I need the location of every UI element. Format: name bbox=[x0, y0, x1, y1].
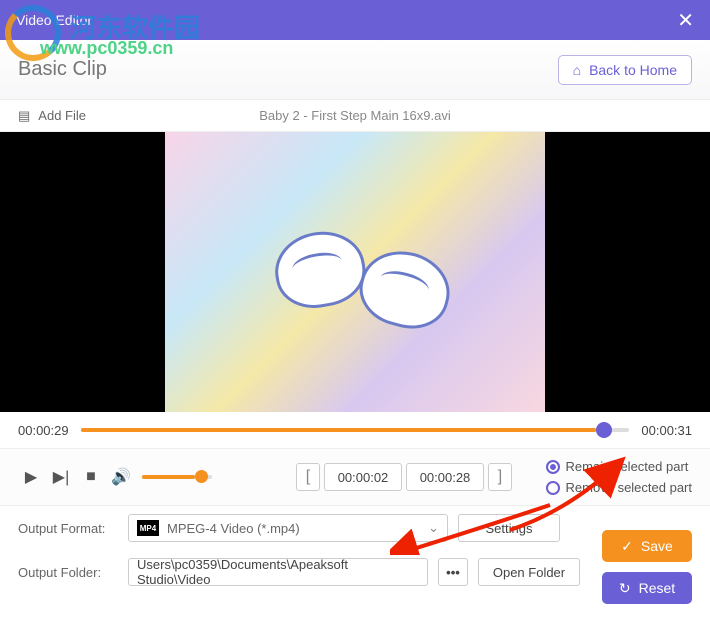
volume-slider[interactable] bbox=[142, 475, 212, 479]
add-file-label: Add File bbox=[38, 108, 86, 123]
timeline: 00:00:29 00:00:31 bbox=[0, 412, 710, 448]
save-icon: ✓ bbox=[621, 538, 633, 555]
timeline-playhead[interactable] bbox=[596, 422, 612, 438]
clip-start-input[interactable] bbox=[324, 463, 402, 491]
add-file-icon: ▤ bbox=[18, 108, 30, 124]
clip-start-bracket-button[interactable]: [ bbox=[296, 463, 320, 491]
volume-icon[interactable]: 🔊 bbox=[108, 464, 134, 490]
volume-handle[interactable] bbox=[195, 470, 208, 483]
time-current: 00:00:29 bbox=[18, 423, 69, 438]
back-to-home-button[interactable]: ⌂ Back to Home bbox=[558, 55, 692, 85]
video-preview-area bbox=[0, 132, 710, 412]
close-icon[interactable]: ✕ bbox=[677, 8, 694, 33]
video-frame[interactable] bbox=[165, 132, 545, 412]
home-icon: ⌂ bbox=[573, 62, 581, 78]
window-title: Video Editor bbox=[16, 12, 92, 28]
output-folder-label: Output Folder: bbox=[18, 565, 118, 580]
output-folder-field[interactable]: Users\pc0359\Documents\Apeaksoft Studio\… bbox=[128, 558, 428, 586]
radio-remove[interactable]: Remove selected part bbox=[546, 477, 692, 498]
breadcrumb: Basic Clip bbox=[18, 58, 107, 81]
clip-mode-radios: Remain selected part Remove selected par… bbox=[546, 456, 692, 498]
titlebar: Video Editor ✕ bbox=[0, 0, 710, 40]
clip-range-controls: [ ] bbox=[296, 463, 512, 491]
open-folder-button[interactable]: Open Folder bbox=[478, 558, 580, 586]
time-total: 00:00:31 bbox=[641, 423, 692, 438]
play-button[interactable]: ▶ bbox=[18, 464, 44, 490]
radio-remove-label: Remove selected part bbox=[566, 480, 692, 495]
reset-button[interactable]: ↻ Reset bbox=[602, 572, 692, 604]
radio-dot-icon bbox=[546, 481, 560, 495]
reset-icon: ↻ bbox=[619, 580, 631, 597]
video-content-graphic bbox=[352, 242, 458, 338]
file-toolbar: ▤ Add File Baby 2 - First Step Main 16x9… bbox=[0, 100, 710, 132]
clip-end-bracket-button[interactable]: ] bbox=[488, 463, 512, 491]
save-button[interactable]: ✓ Save bbox=[602, 530, 692, 562]
add-file-button[interactable]: ▤ Add File bbox=[18, 108, 86, 124]
timeline-track[interactable] bbox=[81, 428, 630, 432]
output-format-label: Output Format: bbox=[18, 521, 118, 536]
radio-remain[interactable]: Remain selected part bbox=[546, 456, 692, 477]
step-button[interactable]: ▶| bbox=[48, 464, 74, 490]
timeline-fill bbox=[81, 428, 597, 432]
radio-dot-icon bbox=[546, 460, 560, 474]
radio-remain-label: Remain selected part bbox=[566, 459, 689, 474]
header-row: Basic Clip ⌂ Back to Home bbox=[0, 40, 710, 100]
save-label: Save bbox=[641, 538, 673, 554]
format-icon: MP4 bbox=[137, 520, 159, 536]
volume-fill bbox=[142, 475, 195, 479]
output-format-value: MPEG-4 Video (*.mp4) bbox=[167, 521, 300, 536]
home-button-label: Back to Home bbox=[589, 62, 677, 78]
output-folder-value: Users\pc0359\Documents\Apeaksoft Studio\… bbox=[137, 557, 419, 587]
chevron-down-icon: ⌄ bbox=[428, 520, 439, 536]
video-content-graphic bbox=[269, 225, 371, 314]
current-filename: Baby 2 - First Step Main 16x9.avi bbox=[259, 108, 450, 123]
stop-button[interactable]: ■ bbox=[78, 464, 104, 490]
browse-folder-button[interactable]: ••• bbox=[438, 558, 468, 586]
clip-end-input[interactable] bbox=[406, 463, 484, 491]
settings-button[interactable]: Settings bbox=[458, 514, 560, 542]
playback-controls: ▶ ▶| ■ 🔊 [ ] Remain selected part Remove… bbox=[0, 448, 710, 506]
reset-label: Reset bbox=[639, 580, 676, 596]
output-format-select[interactable]: MP4 MPEG-4 Video (*.mp4) ⌄ bbox=[128, 514, 448, 542]
